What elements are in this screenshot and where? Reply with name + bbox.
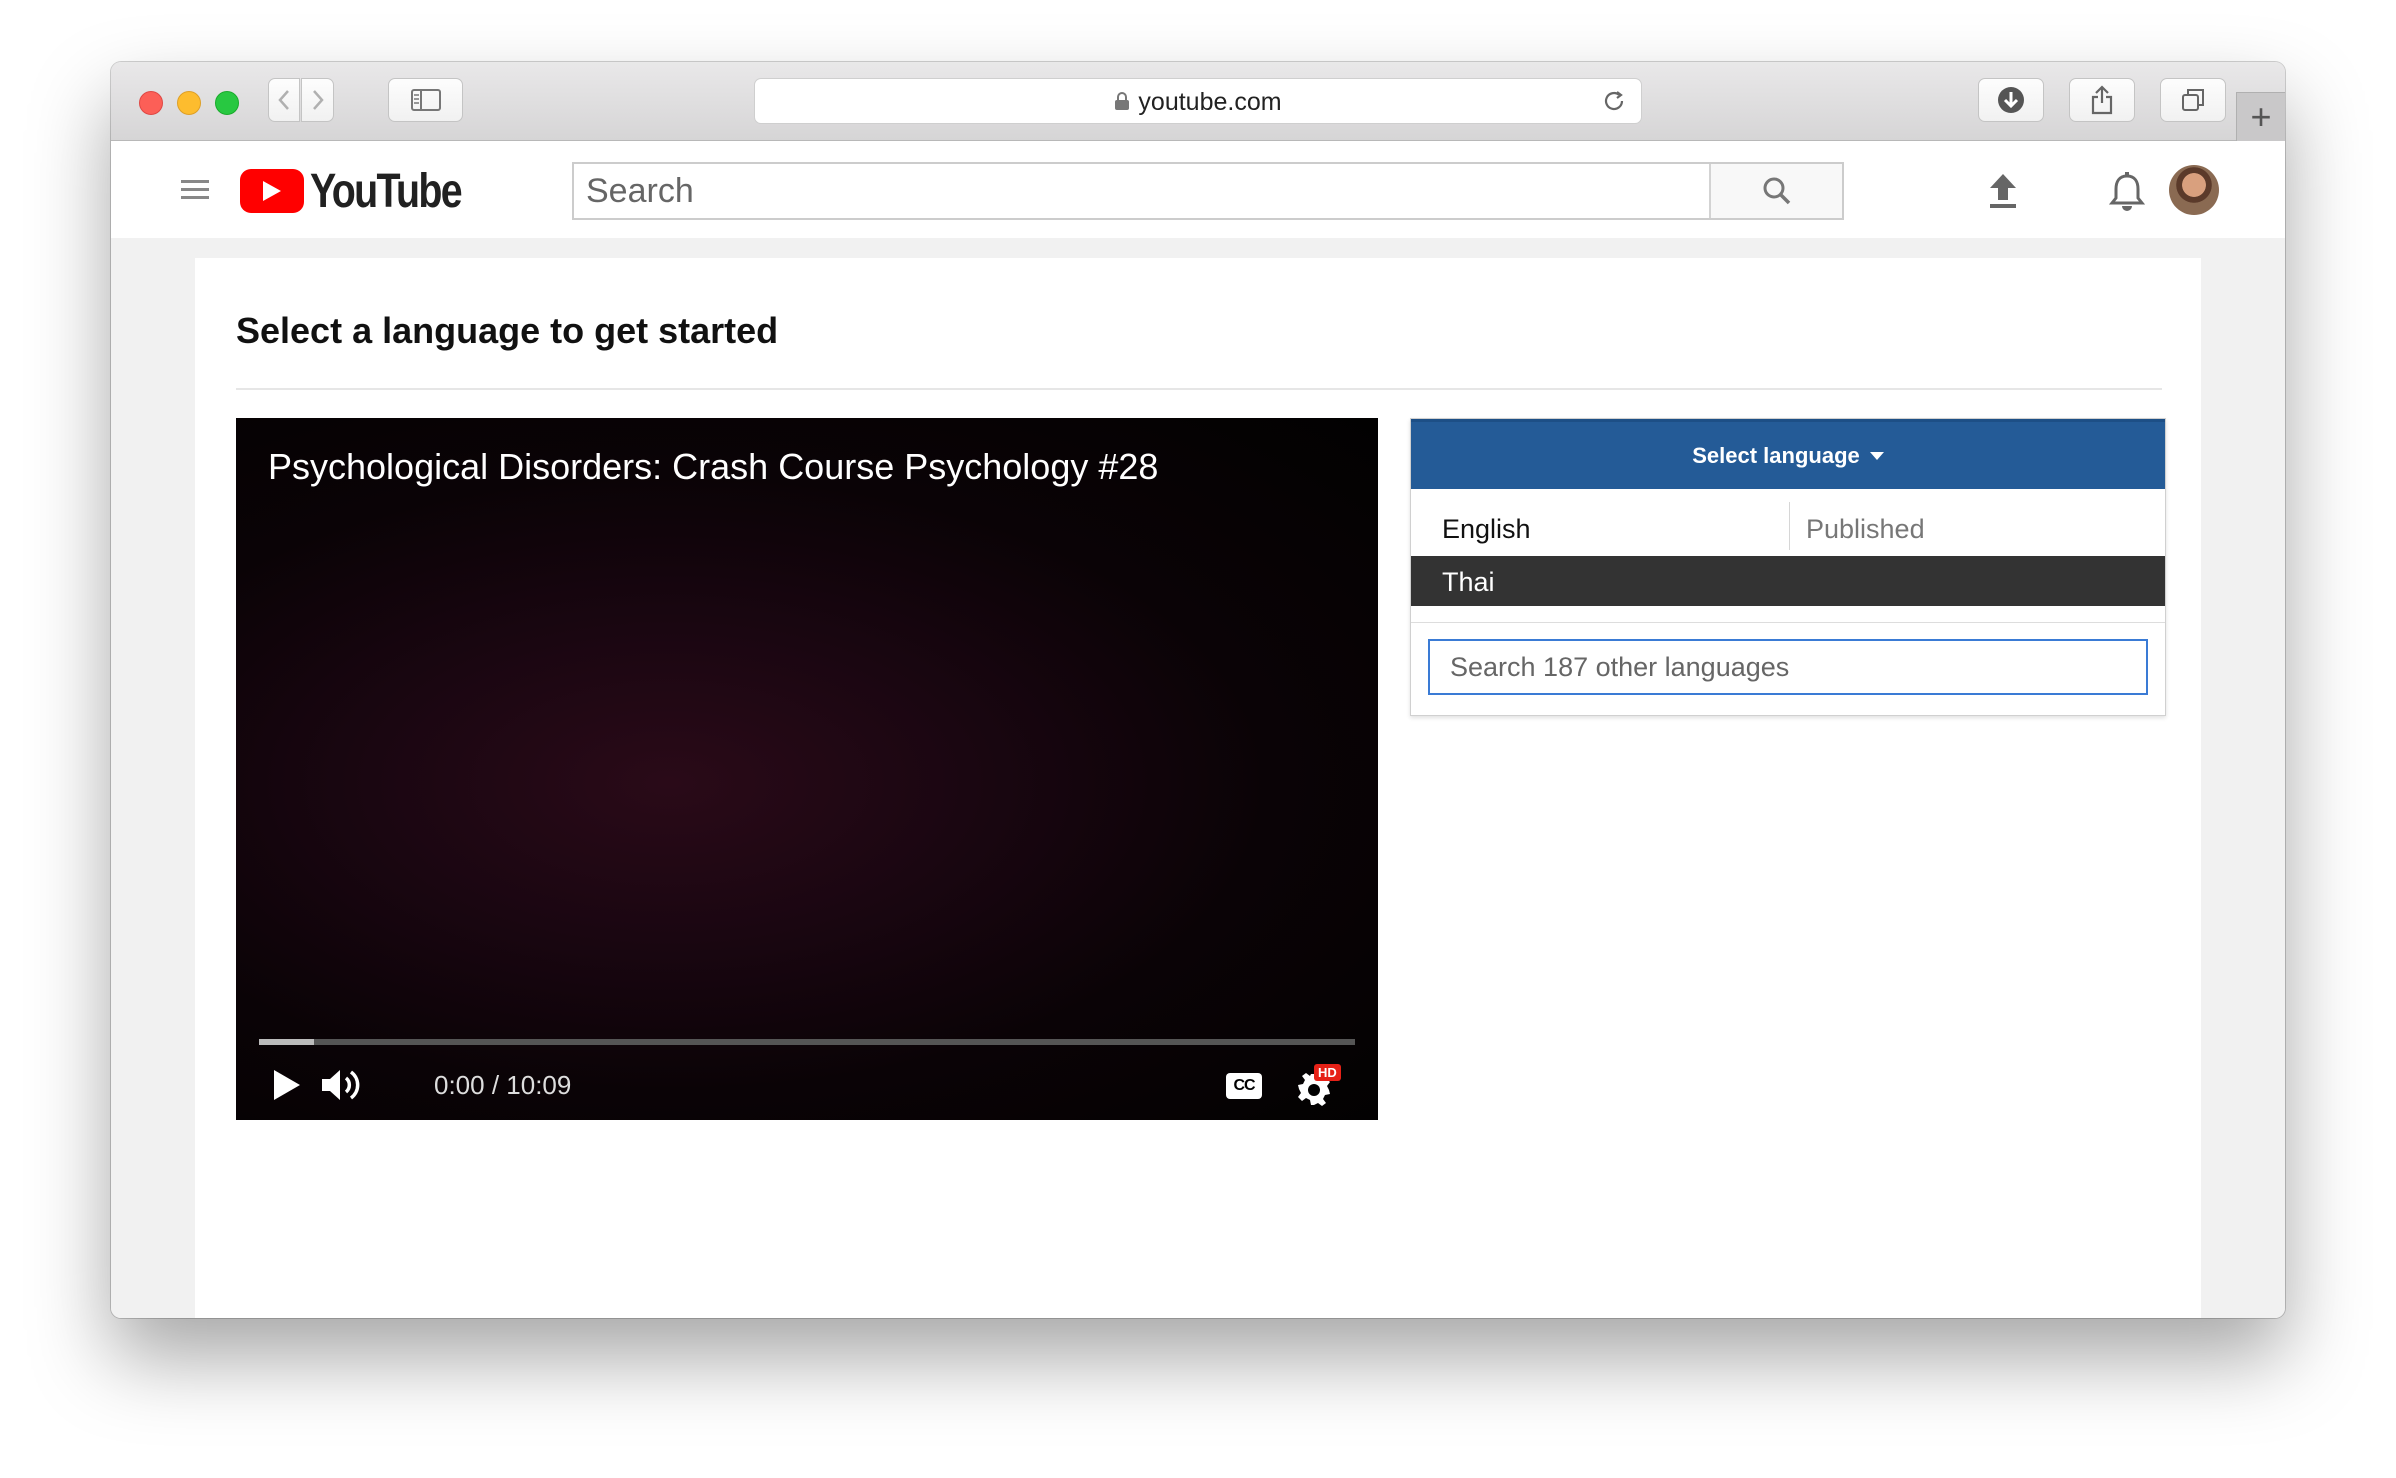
settings-button[interactable]: HD — [1296, 1064, 1341, 1108]
forward-button[interactable] — [301, 78, 334, 122]
language-search-input[interactable] — [1428, 639, 2148, 695]
progress-bar[interactable] — [259, 1039, 1355, 1045]
youtube-header: YouTube — [111, 141, 2285, 239]
upload-icon[interactable] — [1986, 172, 2020, 210]
tabs-overview-button[interactable] — [2160, 78, 2226, 122]
sidebar-icon — [410, 89, 441, 111]
browser-toolbar: youtube.com + — [111, 62, 2285, 141]
chevron-left-icon — [278, 90, 289, 110]
language-name: Thai — [1442, 567, 1495, 597]
play-logo-icon — [240, 169, 304, 213]
video-title: Psychological Disorders: Crash Course Ps… — [268, 446, 1159, 487]
play-icon[interactable] — [272, 1068, 302, 1102]
divider — [1411, 622, 2165, 623]
reload-icon[interactable] — [1601, 88, 1627, 114]
language-select-card: Select a language to get started Psychol… — [195, 258, 2201, 1318]
download-icon — [1998, 87, 2024, 113]
language-row-thai[interactable]: Thai — [1411, 556, 2165, 606]
select-language-label: Select language — [1692, 442, 1860, 468]
hd-badge: HD — [1314, 1064, 1341, 1081]
youtube-logo[interactable]: YouTube — [240, 165, 494, 218]
close-window-button[interactable] — [139, 91, 163, 115]
sidebar-toggle-button[interactable] — [388, 78, 463, 122]
youtube-wordmark: YouTube — [310, 164, 463, 218]
tabs-icon — [2182, 89, 2204, 111]
time-display: 0:00 / 10:09 — [434, 1070, 572, 1100]
search-box — [572, 162, 1844, 220]
language-name: English — [1442, 514, 1531, 544]
search-icon — [1763, 177, 1790, 205]
page-title: Select a language to get started — [236, 310, 779, 351]
progress-fill — [259, 1039, 314, 1045]
avatar[interactable] — [2169, 165, 2219, 215]
zoom-window-button[interactable] — [215, 91, 239, 115]
new-tab-button[interactable]: + — [2236, 92, 2285, 141]
captions-button[interactable]: CC — [1226, 1073, 1262, 1099]
caret-down-icon — [1869, 451, 1884, 460]
hamburger-icon[interactable] — [181, 179, 211, 201]
share-button[interactable] — [2069, 78, 2135, 122]
volume-icon[interactable] — [320, 1066, 364, 1104]
search-button[interactable] — [1709, 164, 1842, 218]
language-row-english[interactable]: English Published — [1411, 502, 2165, 550]
browser-window: youtube.com + YouTube Search Select a la… — [111, 62, 2285, 1318]
chevron-right-icon — [312, 90, 324, 110]
search-input[interactable] — [574, 164, 1717, 218]
address-bar[interactable]: youtube.com — [754, 78, 1642, 124]
share-icon — [2091, 85, 2113, 115]
url-text: youtube.com — [1138, 88, 1282, 116]
downloads-button[interactable] — [1978, 78, 2044, 122]
minimize-window-button[interactable] — [177, 91, 201, 115]
bell-icon[interactable] — [2109, 172, 2145, 212]
lock-icon — [1115, 92, 1130, 111]
back-button[interactable] — [268, 78, 300, 122]
divider — [236, 388, 2162, 390]
language-panel: Select language English Published Thai — [1410, 418, 2166, 716]
cc-icon: CC — [1233, 1077, 1255, 1094]
language-status: Published — [1806, 514, 1925, 544]
column-divider — [1789, 502, 1790, 550]
video-player[interactable]: Psychological Disorders: Crash Course Ps… — [236, 418, 1378, 1120]
select-language-dropdown[interactable]: Select language — [1411, 419, 2165, 489]
